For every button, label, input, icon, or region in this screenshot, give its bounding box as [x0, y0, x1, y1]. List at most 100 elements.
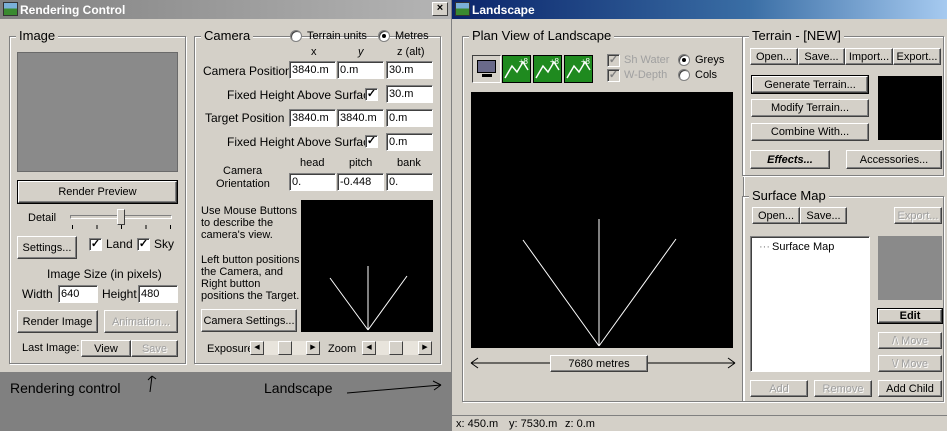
edit-button[interactable]: Edit	[877, 308, 943, 324]
annotation-arrow-left	[147, 375, 157, 393]
scale-label: 7680 metres	[550, 355, 648, 372]
detail-label: Detail	[28, 212, 57, 224]
col-head-label: head	[300, 157, 325, 169]
tree-item[interactable]: ··· Surface Map	[759, 241, 834, 253]
move-up-button[interactable]: /\ Move	[878, 332, 942, 349]
fixed-height-1-checkbox[interactable]: ✓	[365, 88, 378, 101]
tool-badge: +8	[549, 57, 559, 66]
surface-open-button[interactable]: Open...	[752, 207, 800, 224]
settings-button[interactable]: Settings...	[17, 236, 77, 259]
camera-settings-button[interactable]: Camera Settings...	[201, 309, 297, 332]
target-x-input[interactable]: 3840.m	[289, 109, 336, 127]
zoom-right-arrow-icon[interactable]: ▶	[418, 341, 432, 355]
zoom-label: Zoom	[328, 343, 357, 355]
sky-checkbox[interactable]: ✓	[137, 238, 150, 251]
add-button[interactable]: Add	[750, 380, 808, 397]
sh-water-checkbox[interactable]: ✓	[607, 54, 620, 67]
land-checkbox[interactable]: ✓	[89, 238, 102, 251]
combine-with-button[interactable]: Combine With...	[751, 123, 869, 141]
status-x: x: 450.m	[456, 418, 499, 430]
view-tool-monitor-icon[interactable]	[472, 55, 501, 83]
terrain-open-button[interactable]: Open...	[750, 48, 798, 65]
generate-terrain-button[interactable]: Generate Terrain...	[751, 75, 869, 94]
tool-badge: +8	[580, 57, 590, 66]
remove-button[interactable]: Remove	[814, 380, 872, 397]
greys-radio[interactable]	[678, 54, 690, 66]
terrain-units-label: Terrain units	[307, 30, 367, 42]
camera-help-text-1: Use Mouse Buttons to describe the camera…	[201, 205, 297, 241]
head-input[interactable]: 0.	[289, 173, 336, 191]
width-label: Width	[22, 287, 53, 301]
animation-button[interactable]: Animation...	[104, 310, 178, 333]
zoom-thumb[interactable]	[389, 341, 403, 355]
terrain-tool-icon-1[interactable]: +8	[502, 55, 531, 83]
pitch-input[interactable]: -0.448	[337, 173, 384, 191]
accessories-button[interactable]: Accessories...	[846, 150, 942, 169]
metres-label: Metres	[395, 30, 429, 42]
cols-radio[interactable]	[678, 69, 690, 81]
surface-map-tree[interactable]: ··· Surface Map	[750, 236, 870, 372]
add-child-button[interactable]: Add Child	[878, 380, 942, 397]
fixed-height-2-checkbox[interactable]: ✓	[365, 135, 378, 148]
terrain-tool-icon-2[interactable]: +8	[533, 55, 562, 83]
target-position-label: Target Position	[205, 111, 285, 125]
exposure-left-arrow-icon[interactable]: ◀	[250, 341, 264, 355]
app-icon	[3, 2, 18, 16]
fixed-height-1-input[interactable]: 30.m	[386, 85, 433, 103]
metres-radio[interactable]	[378, 30, 390, 42]
landscape-window: Landscape Plan View of Landscape +8 +8 +…	[452, 0, 947, 431]
terrain-thumbnail	[878, 76, 942, 140]
terrain-export-button[interactable]: Export...	[893, 48, 941, 65]
exposure-label: Exposure	[207, 343, 254, 355]
fixed-height-2-label: Fixed Height Above Surface	[227, 135, 376, 149]
rendering-title-bar[interactable]: Rendering Control ×	[0, 0, 451, 19]
status-z: z: 0.m	[565, 418, 595, 430]
annotation-rendering-control: Rendering control	[10, 380, 121, 396]
move-down-button[interactable]: \/ Move	[878, 355, 942, 372]
close-icon[interactable]: ×	[432, 2, 448, 16]
terrain-units-radio[interactable]	[290, 30, 302, 42]
height-input[interactable]: 480	[138, 285, 178, 303]
render-preview-button[interactable]: Render Preview	[17, 180, 178, 204]
render-image-button[interactable]: Render Image	[17, 310, 98, 333]
target-z-input[interactable]: 0.m	[386, 109, 433, 127]
zoom-left-arrow-icon[interactable]: ◀	[362, 341, 376, 355]
exposure-thumb[interactable]	[278, 341, 292, 355]
save-last-image-button[interactable]: Save	[131, 340, 178, 357]
orientation-label-1: Camera	[223, 165, 263, 177]
greys-label: Greys	[695, 54, 725, 66]
tool-badge: +8	[518, 57, 528, 66]
terrain-tool-icon-3[interactable]: +8	[564, 55, 593, 83]
height-label: Height	[102, 287, 137, 301]
camera-y-input[interactable]: 0.m	[337, 61, 384, 79]
surface-save-button[interactable]: Save...	[800, 207, 847, 224]
plan-view-frustum	[522, 219, 677, 347]
last-image-label: Last Image:	[22, 342, 80, 354]
rendering-control-window: Rendering Control × Image Render Preview…	[0, 0, 451, 372]
col-y-label: y	[358, 46, 364, 58]
detail-slider-thumb[interactable]	[117, 209, 125, 225]
col-x-label: x	[311, 46, 317, 58]
effects-button[interactable]: Effects...	[750, 150, 830, 169]
w-depth-checkbox[interactable]: ✓	[607, 69, 620, 82]
terrain-save-button[interactable]: Save...	[798, 48, 845, 65]
fixed-height-2-input[interactable]: 0.m	[386, 133, 433, 151]
terrain-import-button[interactable]: Import...	[845, 48, 893, 65]
view-button[interactable]: View	[81, 340, 131, 357]
modify-terrain-button[interactable]: Modify Terrain...	[751, 99, 869, 117]
status-y: y: 7530.m	[509, 418, 558, 430]
bank-input[interactable]: 0.	[386, 173, 433, 191]
exposure-right-arrow-icon[interactable]: ▶	[306, 341, 320, 355]
orientation-label-2: Orientation	[216, 178, 270, 190]
landscape-title-bar[interactable]: Landscape	[452, 0, 947, 19]
terrain-group-label: Terrain - [NEW]	[749, 29, 844, 43]
camera-view-panel[interactable]	[301, 200, 433, 332]
target-y-input[interactable]: 3840.m	[337, 109, 384, 127]
surface-export-button[interactable]: Export...	[894, 207, 942, 224]
plan-view-label: Plan View of Landscape	[469, 29, 615, 43]
plan-view-canvas[interactable]	[471, 92, 733, 348]
w-depth-label: W-Depth	[624, 69, 668, 81]
width-input[interactable]: 640	[58, 285, 98, 303]
camera-x-input[interactable]: 3840.m	[289, 61, 336, 79]
camera-z-input[interactable]: 30.m	[386, 61, 433, 79]
